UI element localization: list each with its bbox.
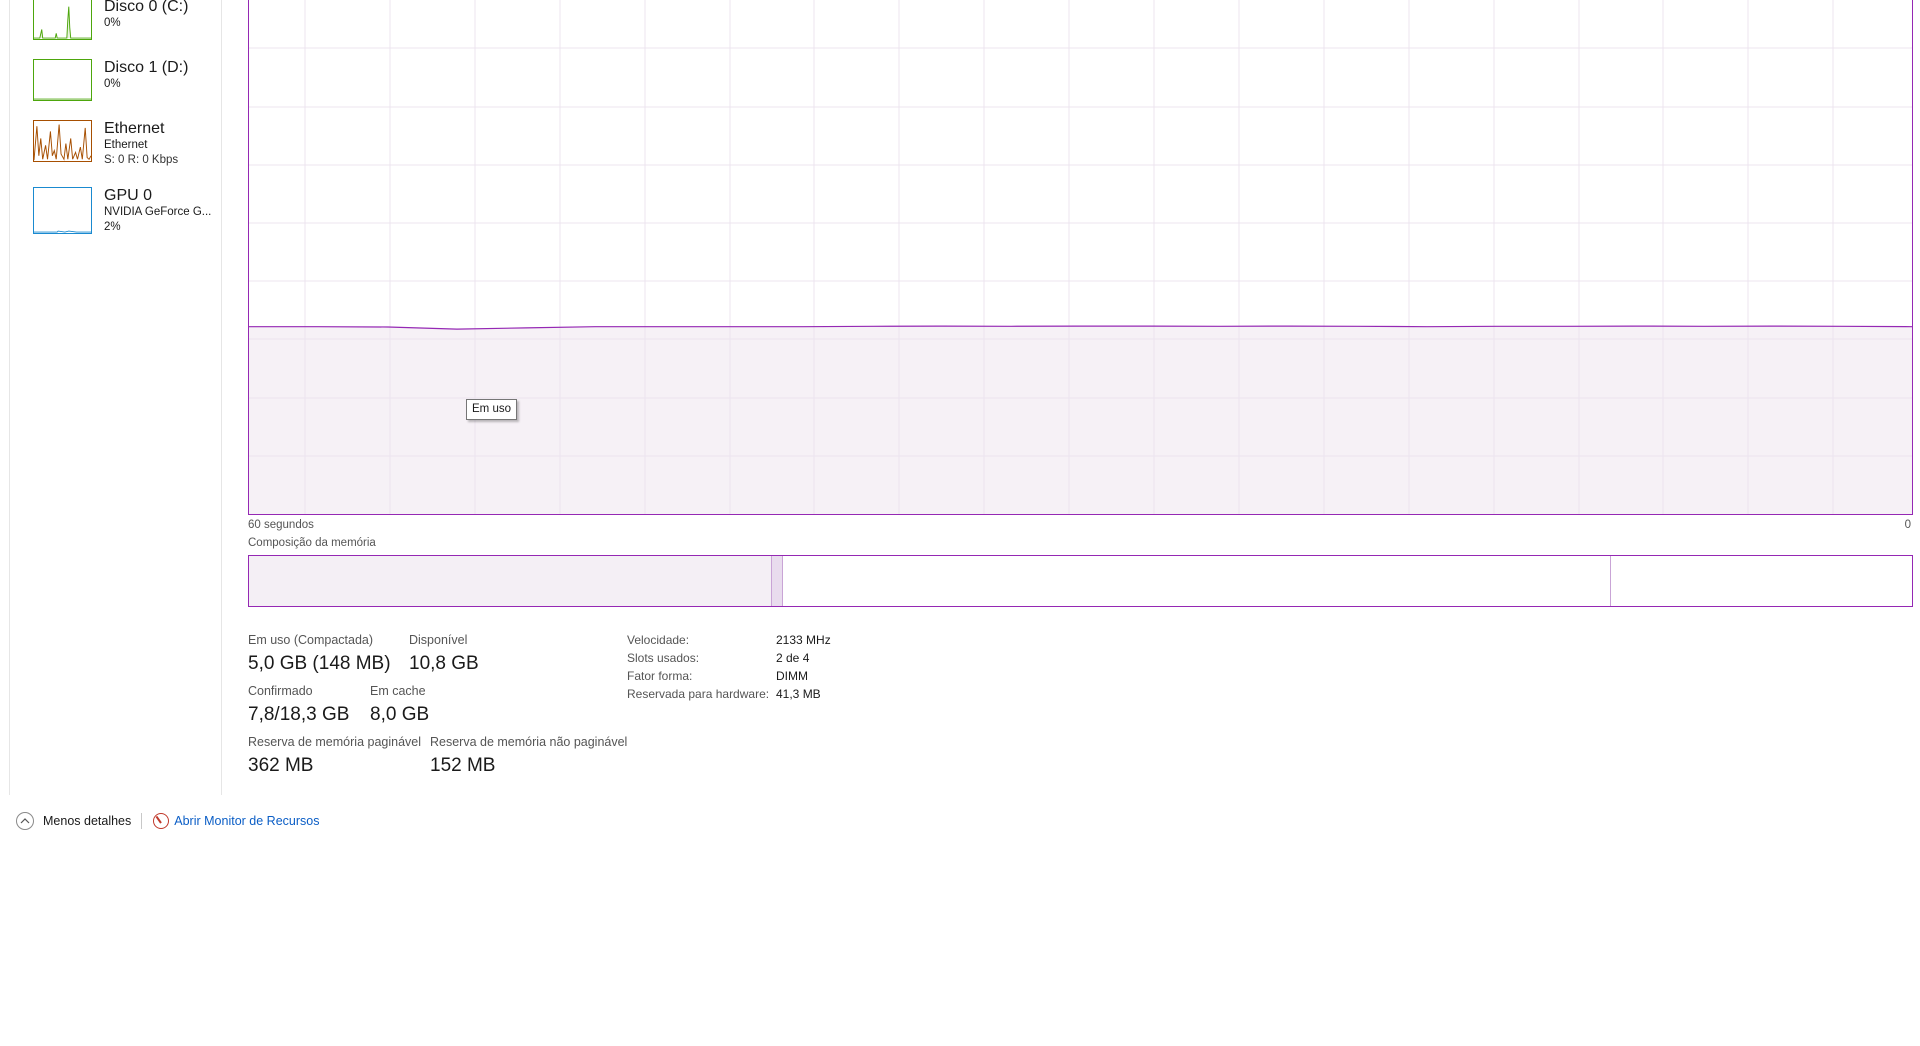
chevron-up-icon: [16, 812, 34, 830]
stat-committed: Confirmado 7,8/18,3 GB: [248, 683, 349, 727]
spec-value: DIMM: [776, 669, 808, 683]
stat-label: Em cache: [370, 684, 426, 698]
resource-monitor-label: Abrir Monitor de Recursos: [174, 814, 320, 828]
graph-time-end-label: 0: [1904, 519, 1911, 531]
sidebar-item-adapter: Ethernet: [104, 139, 148, 151]
less-details-button[interactable]: Menos detalhes: [16, 812, 131, 830]
memory-usage-chart: [249, 0, 1912, 514]
stat-cached: Em cache 8,0 GB: [370, 683, 429, 727]
stat-label: Reserva de memória não paginável: [430, 735, 628, 749]
memory-usage-graph[interactable]: [248, 0, 1913, 515]
sidebar-item-title: Disco 0 (C:): [104, 0, 189, 15]
spec-label: Velocidade:: [627, 633, 690, 647]
stat-label: Confirmado: [248, 684, 313, 698]
stat-nonpaged-pool: Reserva de memória não paginável 152 MB: [430, 734, 627, 778]
graph-time-span-label: 60 segundos: [248, 519, 314, 531]
stat-label: Em uso (Compactada): [248, 633, 374, 647]
sidebar-item-ethernet[interactable]: Ethernet Ethernet S: 0 R: 0 Kbps: [22, 120, 217, 172]
disk-graph-icon: [33, 59, 92, 101]
task-manager-performance-memory: Disco 0 (C:) 0% Disco 1 (D:) 0% Ethernet…: [0, 0, 1920, 1046]
footer-divider: [141, 813, 143, 829]
stat-paged-pool: Reserva de memória paginável 362 MB: [248, 734, 421, 778]
stat-value: 362 MB: [248, 755, 314, 776]
stat-value: 5,0 GB (148 MB): [248, 653, 391, 674]
disk-graph-icon: [33, 0, 92, 40]
memory-composition-bar[interactable]: [248, 555, 1913, 607]
graph-tooltip: Em uso: [466, 399, 517, 420]
stat-value: 10,8 GB: [409, 653, 479, 674]
sidebar-item-value: 0%: [104, 17, 121, 29]
composition-standby-segment[interactable]: [782, 556, 1611, 606]
spec-value: 2 de 4: [776, 651, 810, 665]
sidebar-item-value: 0%: [104, 78, 121, 90]
sidebar-item-gpu-0[interactable]: GPU 0 NVIDIA GeForce G... 2%: [22, 187, 217, 237]
spec-label: Fator forma:: [627, 669, 693, 683]
sidebar-item-throughput: S: 0 R: 0 Kbps: [104, 154, 179, 166]
stat-in-use: Em uso (Compactada) 5,0 GB (148 MB): [248, 632, 391, 676]
footer: Menos detalhes Abrir Monitor de Recursos: [16, 810, 319, 832]
less-details-label: Menos detalhes: [43, 814, 132, 828]
spec-label: Slots usados:: [627, 651, 700, 665]
sidebar-item-gpu-name: NVIDIA GeForce G...: [104, 206, 212, 218]
sidebar-item-value: 2%: [104, 221, 121, 233]
sidebar: Disco 0 (C:) 0% Disco 1 (D:) 0% Ethernet…: [9, 0, 222, 795]
composition-in-use-segment[interactable]: [249, 556, 772, 606]
stat-value: 8,0 GB: [370, 704, 430, 725]
spec-label: Reservada para hardware:: [627, 687, 770, 701]
sidebar-item-disk-1[interactable]: Disco 1 (D:) 0%: [22, 59, 217, 105]
sidebar-item-disk-0[interactable]: Disco 0 (C:) 0%: [22, 0, 217, 44]
resource-monitor-icon: [153, 813, 170, 829]
stat-available: Disponível 10,8 GB: [409, 632, 479, 676]
stat-label: Disponível: [409, 633, 468, 647]
composition-modified-segment[interactable]: [771, 556, 783, 606]
stat-label: Reserva de memória paginável: [248, 735, 422, 749]
spec-value: 2133 MHz: [776, 633, 831, 647]
stat-value: 152 MB: [430, 755, 496, 776]
stat-value: 7,8/18,3 GB: [248, 704, 350, 725]
spec-value: 41,3 MB: [776, 687, 821, 701]
composition-free-segment[interactable]: [1610, 556, 1912, 606]
gpu-graph-icon: [33, 187, 92, 234]
composition-label: Composição da memória: [248, 537, 376, 549]
sidebar-item-title: Ethernet: [104, 120, 165, 137]
sidebar-item-title: Disco 1 (D:): [104, 59, 189, 76]
open-resource-monitor-link[interactable]: Abrir Monitor de Recursos: [153, 813, 319, 829]
sidebar-item-title: GPU 0: [104, 187, 153, 204]
network-graph-icon: [33, 120, 92, 162]
